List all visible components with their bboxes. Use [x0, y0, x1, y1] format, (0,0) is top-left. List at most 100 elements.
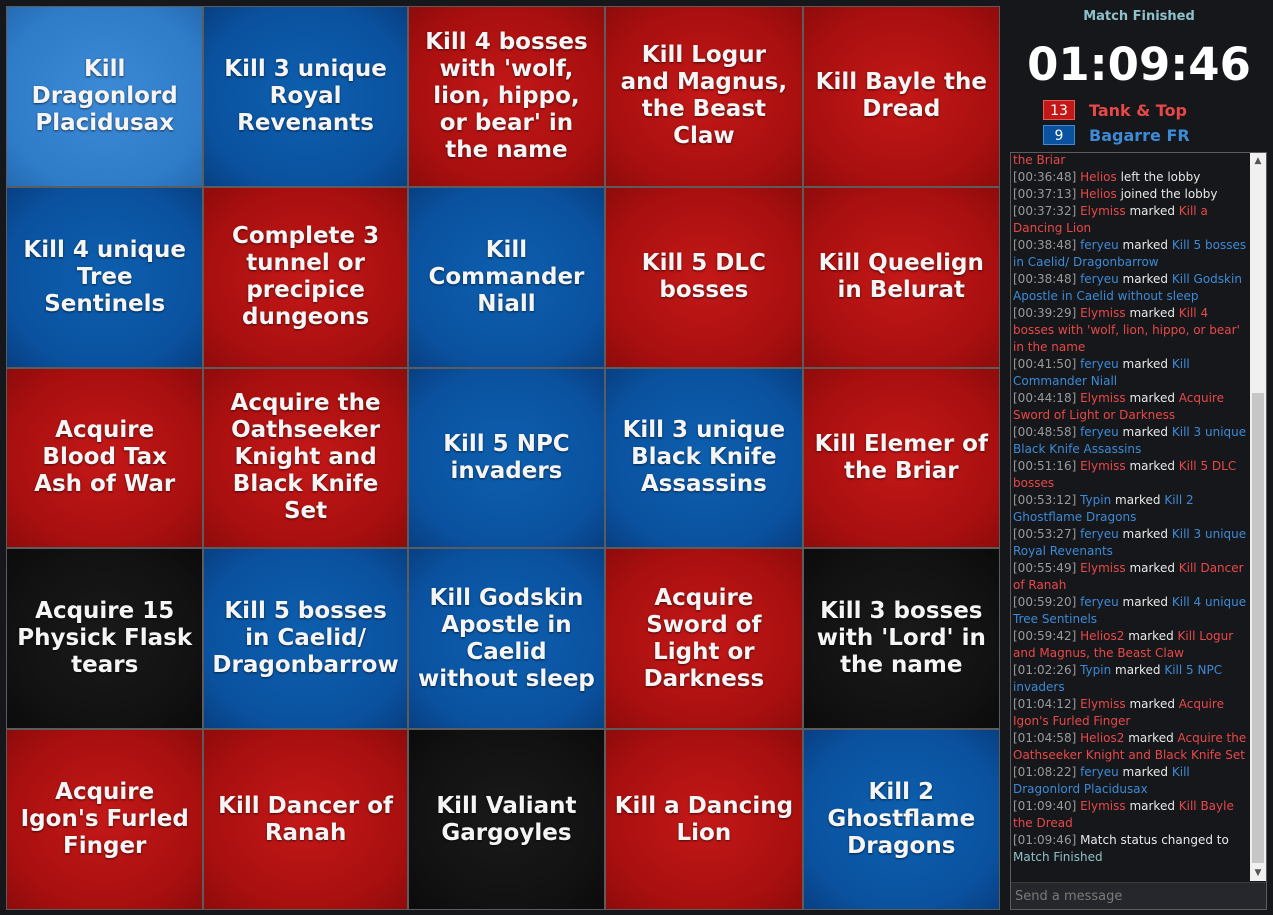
chat-message-part: [01:04:12]: [1013, 697, 1081, 711]
team-blue-score: 9: [1043, 125, 1075, 145]
chat-message: [01:04:58] Helios2 marked Acquire the Oa…: [1013, 730, 1249, 764]
chat-message: [00:59:42] Helios2 marked Kill Logur and…: [1013, 628, 1249, 662]
bingo-cell[interactable]: Kill 3 unique Black Knife Assassins: [606, 368, 802, 548]
chat-message-part: Elymiss: [1080, 306, 1126, 320]
chat-message-part: marked: [1111, 493, 1165, 507]
bingo-cell[interactable]: Complete 3 tunnel or precipice dungeons: [204, 187, 407, 367]
chat-message-part: [01:09:40]: [1013, 799, 1081, 813]
bingo-cell[interactable]: Kill 4 bosses with 'wolf, lion, hippo, o…: [408, 7, 605, 186]
chat-message: [01:09:46] Match status changed to Match…: [1013, 832, 1249, 866]
chat-message-part: marked: [1118, 765, 1172, 779]
bingo-cell[interactable]: Kill 4 unique Tree Sentinels: [7, 187, 203, 367]
team-red: 13 Tank & Top: [1043, 100, 1187, 120]
chat-message-part: feryeu: [1080, 357, 1119, 371]
chat-message-part: marked: [1118, 595, 1172, 609]
chat-message: [00:36:48] Helios left the lobby: [1013, 169, 1249, 186]
chat-message-part: Elymiss: [1080, 697, 1126, 711]
chat-message-part: [00:41:50]: [1013, 357, 1081, 371]
chat-message-part: Match status changed to: [1080, 833, 1229, 847]
bingo-cell[interactable]: Kill 3 unique Royal Revenants: [204, 7, 407, 186]
chat-message-part: Typin: [1080, 663, 1112, 677]
chat-message-part: joined the lobby: [1116, 187, 1218, 201]
scroll-up-arrow-icon[interactable]: ▲: [1250, 153, 1266, 169]
chat-message: [00:37:32] Elymiss marked Kill a Dancing…: [1013, 203, 1249, 237]
chat-message-part: [00:39:29]: [1013, 306, 1081, 320]
bingo-cell[interactable]: Kill a Dancing Lion: [606, 730, 802, 909]
bingo-cell[interactable]: Kill 5 bosses in Caelid/ Dragonbarrow: [204, 549, 407, 729]
bingo-cell[interactable]: Kill 5 DLC bosses: [606, 187, 802, 367]
bingo-cell[interactable]: Kill 5 NPC invaders: [408, 368, 605, 548]
bingo-cell[interactable]: Acquire the Oathseeker Knight and Black …: [204, 368, 407, 548]
chat-message-part: marked: [1118, 425, 1172, 439]
chat-message-part: Helios: [1080, 170, 1117, 184]
chat-message-part: marked: [1125, 799, 1179, 813]
scroll-down-arrow-icon[interactable]: ▼: [1250, 865, 1266, 881]
chat-message-part: [01:04:58]: [1013, 731, 1081, 745]
chat-panel: the Briar [00:36:48] Helios left the lobb…: [1010, 152, 1267, 910]
chat-message-part: [00:53:27]: [1013, 527, 1081, 541]
chat-message: [01:08:22] feryeu marked Kill Dragonlord…: [1013, 764, 1249, 798]
chat-message-part: Helios: [1080, 187, 1117, 201]
chat-message-part: [00:36:48]: [1013, 170, 1081, 184]
chat-message-part: Elymiss: [1080, 204, 1126, 218]
bingo-cell[interactable]: Kill 2 Ghostflame Dragons: [803, 730, 999, 909]
chat-message-part: left the lobby: [1116, 170, 1201, 184]
bingo-cell[interactable]: Acquire 15 Physick Flask tears: [7, 549, 203, 729]
chat-message-part: marked: [1125, 306, 1179, 320]
chat-message-part: Elymiss: [1080, 459, 1126, 473]
chat-message: [00:37:13] Helios joined the lobby: [1013, 186, 1249, 203]
chat-message-part: [00:53:12]: [1013, 493, 1081, 507]
chat-message-part: Elymiss: [1080, 799, 1126, 813]
bingo-board: Kill Dragonlord Placidusax Kill 3 unique …: [6, 6, 1000, 910]
chat-log-content: the Briar [00:36:48] Helios left the lobb…: [1013, 153, 1249, 866]
chat-message: [00:38:48] feryeu marked Kill Godskin Ap…: [1013, 271, 1249, 305]
chat-message-part: [01:02:26]: [1013, 663, 1081, 677]
chat-message-part: Typin: [1080, 493, 1112, 507]
chat-scrollbar[interactable]: ▲ ▼: [1250, 153, 1266, 881]
chat-message-part: marked: [1111, 663, 1165, 677]
chat-message-part: marked: [1118, 238, 1172, 252]
chat-message: [01:04:12] Elymiss marked Acquire Igon's…: [1013, 696, 1249, 730]
bingo-cell[interactable]: Kill Valiant Gargoyles: [408, 730, 605, 909]
chat-message-input[interactable]: [1011, 882, 1266, 909]
bingo-cell[interactable]: Kill 3 bosses with 'Lord' in the name: [803, 549, 999, 729]
sidebar: Match Finished 01:09:46 13 Tank & Top 9 …: [1007, 0, 1271, 915]
bingo-cell[interactable]: Kill Logur and Magnus, the Beast Claw: [606, 7, 802, 186]
chat-message-part: [00:59:42]: [1013, 629, 1081, 643]
chat-message-part: feryeu: [1080, 527, 1119, 541]
chat-message: [00:51:16] Elymiss marked Kill 5 DLC bos…: [1013, 458, 1249, 492]
bingo-cell[interactable]: Kill Commander Niall: [408, 187, 605, 367]
chat-message-part: marked: [1125, 204, 1179, 218]
chat-message-part: [00:37:13]: [1013, 187, 1081, 201]
chat-message-part: Helios2: [1080, 731, 1125, 745]
scrollbar-thumb[interactable]: [1252, 393, 1264, 863]
chat-message-part: [01:08:22]: [1013, 765, 1081, 779]
chat-message-part: [00:38:48]: [1013, 238, 1081, 252]
bingo-cell[interactable]: Kill Dragonlord Placidusax: [7, 7, 203, 186]
chat-message: [00:39:29] Elymiss marked Kill 4 bosses …: [1013, 305, 1249, 356]
chat-message-part: feryeu: [1080, 272, 1119, 286]
bingo-cell[interactable]: Kill Queelign in Belurat: [803, 187, 999, 367]
chat-message-part: marked: [1125, 561, 1179, 575]
chat-log[interactable]: the Briar [00:36:48] Helios left the lobb…: [1011, 153, 1251, 881]
chat-message-part: marked: [1118, 272, 1172, 286]
team-red-name: Tank & Top: [1089, 100, 1188, 120]
chat-message: [00:53:27] feryeu marked Kill 3 unique R…: [1013, 526, 1249, 560]
bingo-cell[interactable]: Kill Dancer of Ranah: [204, 730, 407, 909]
chat-message: [00:38:48] feryeu marked Kill 5 bosses i…: [1013, 237, 1249, 271]
bingo-cell[interactable]: Kill Bayle the Dread: [803, 7, 999, 186]
chat-message-part: feryeu: [1080, 765, 1119, 779]
chat-message-part: Elymiss: [1080, 561, 1126, 575]
bingo-cell[interactable]: Kill Elemer of the Briar: [803, 368, 999, 548]
chat-message: [00:59:20] feryeu marked Kill 4 unique T…: [1013, 594, 1249, 628]
team-blue: 9 Bagarre FR: [1043, 125, 1190, 145]
bingo-cell[interactable]: Acquire Blood Tax Ash of War: [7, 368, 203, 548]
chat-message-part: Match Finished: [1013, 850, 1103, 864]
chat-message-part: [01:09:46]: [1013, 833, 1081, 847]
bingo-cell[interactable]: Acquire Sword of Light or Darkness: [606, 549, 802, 729]
chat-message-part: marked: [1118, 527, 1172, 541]
chat-message-part: [00:59:20]: [1013, 595, 1081, 609]
bingo-cell[interactable]: Acquire Igon's Furled Finger: [7, 730, 203, 909]
chat-message-part: feryeu: [1080, 595, 1119, 609]
bingo-cell[interactable]: Kill Godskin Apostle in Caelid without s…: [408, 549, 605, 729]
